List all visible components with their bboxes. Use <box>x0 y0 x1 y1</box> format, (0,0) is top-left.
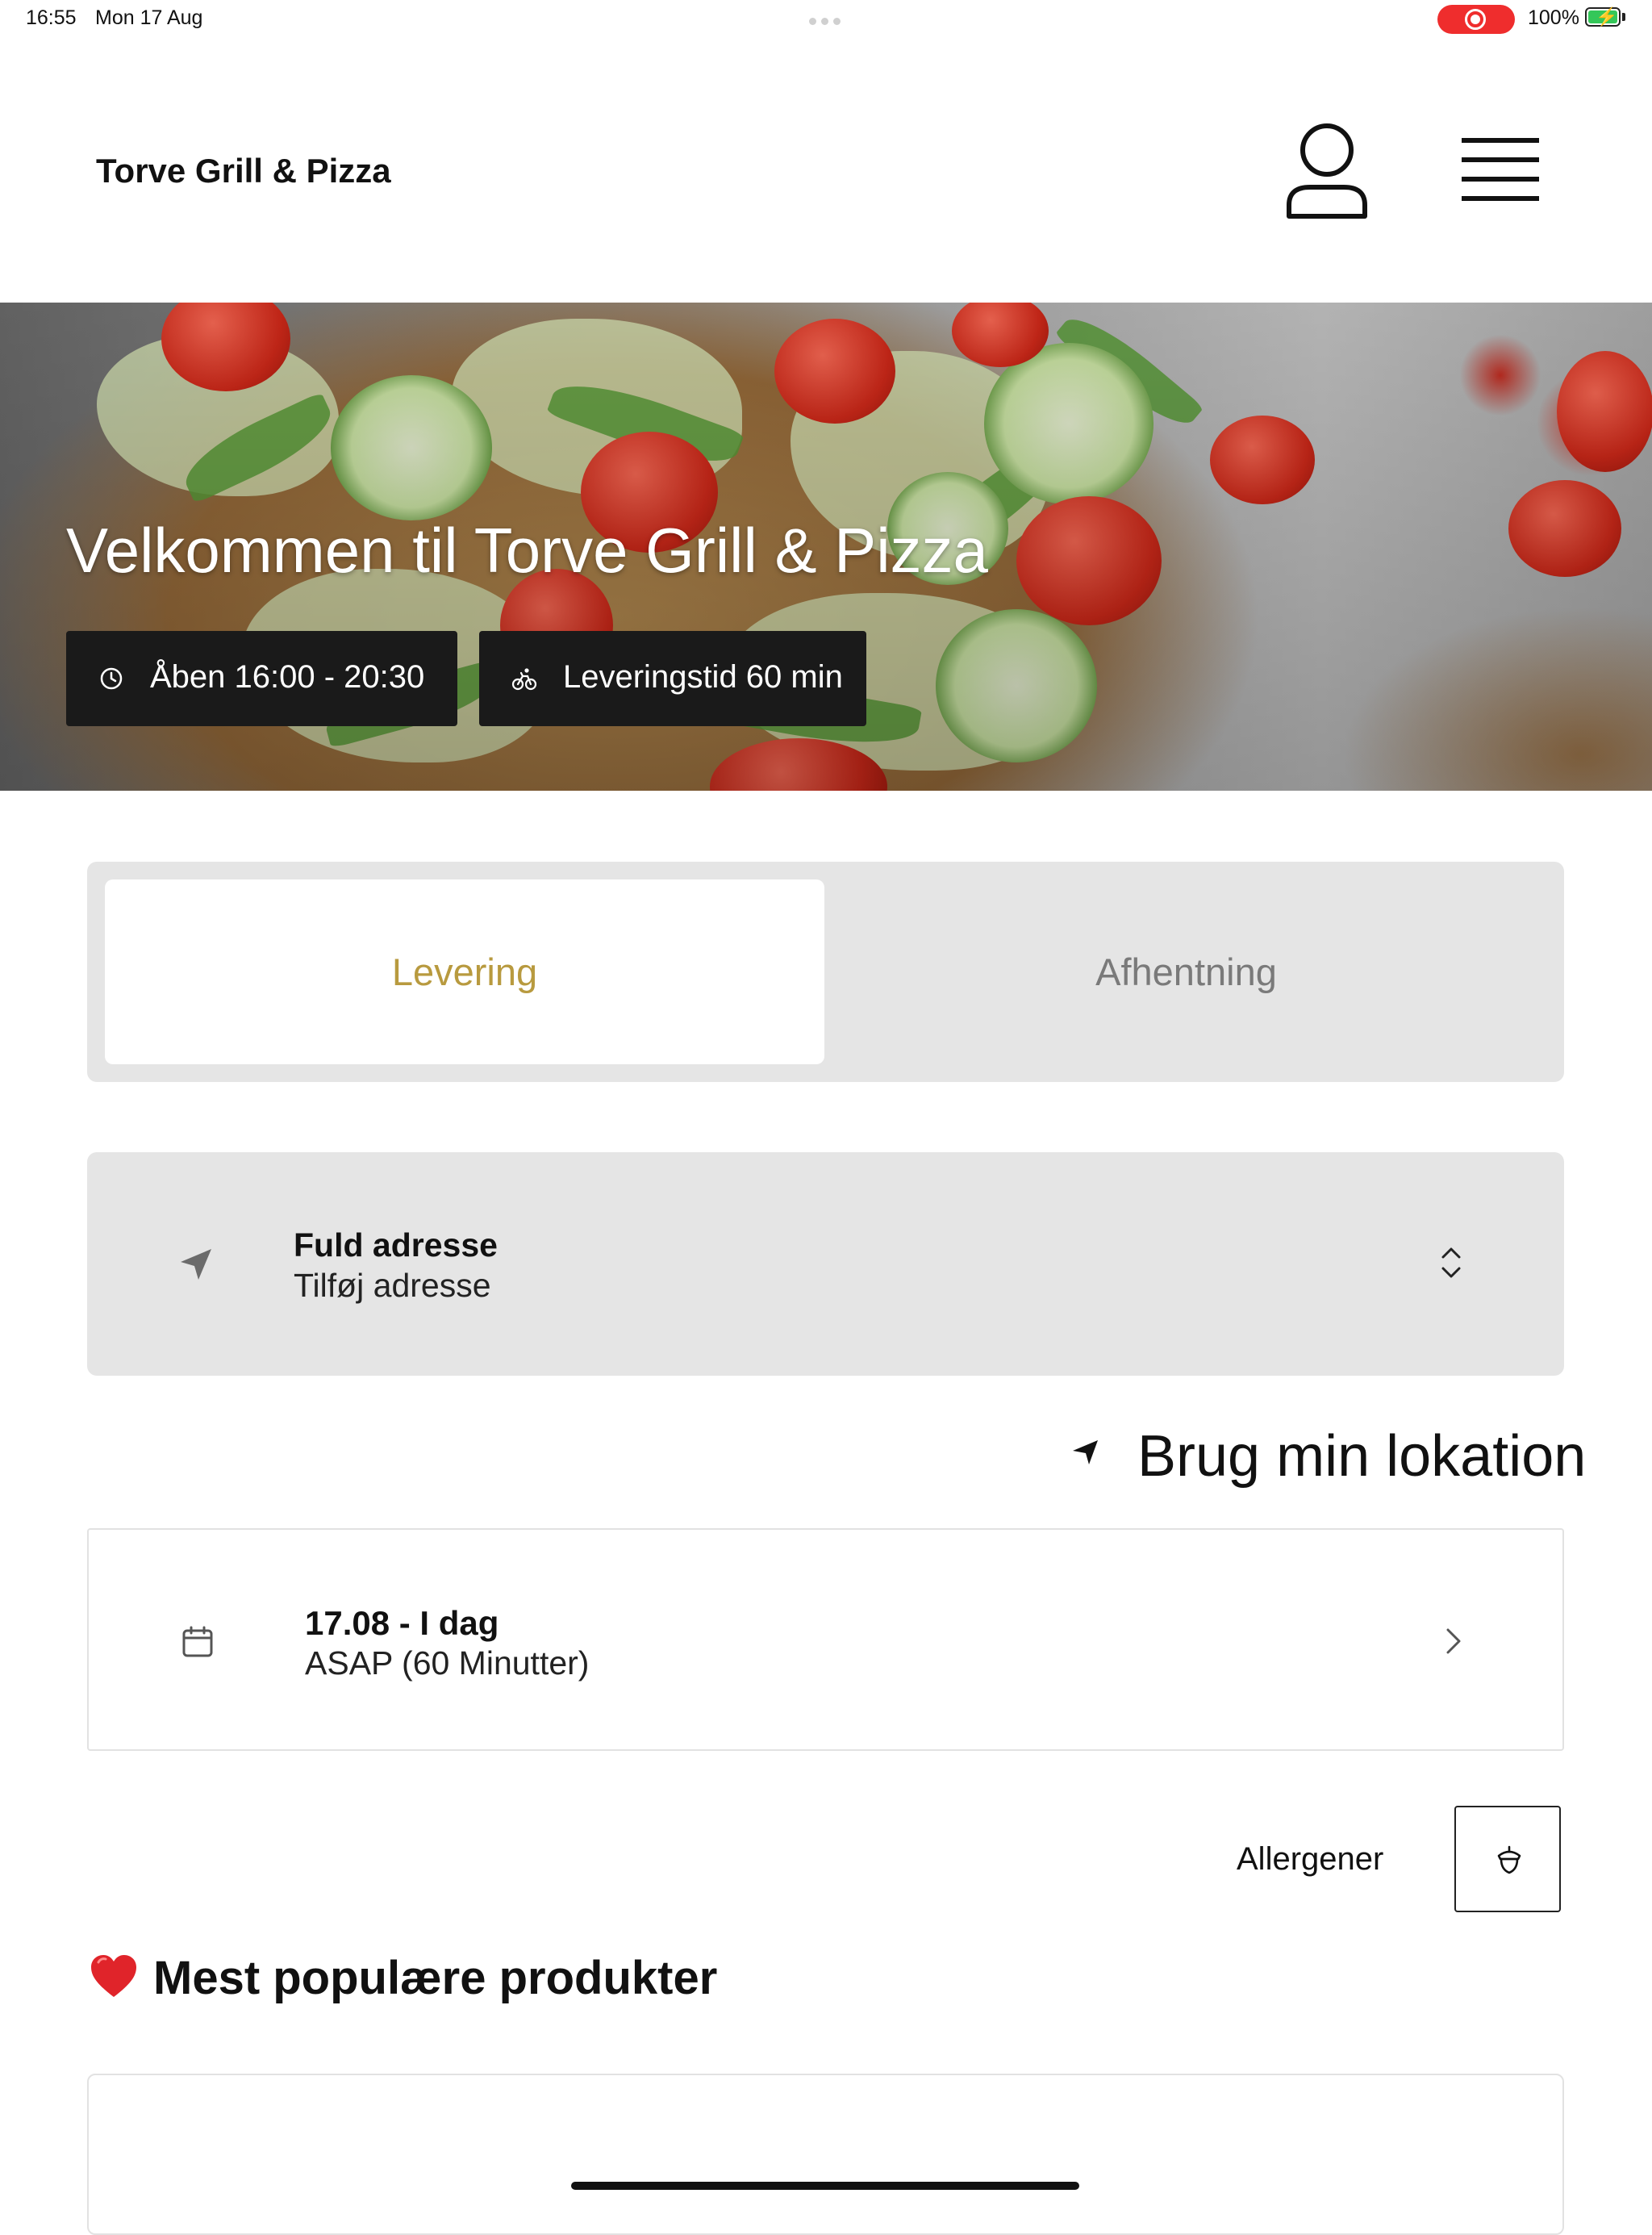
battery-nub <box>1622 13 1625 21</box>
delivery-date: 17.08 - I dag <box>305 1604 499 1642</box>
chevron-right-icon <box>1446 1628 1461 1654</box>
navigation-arrow-icon <box>1073 1440 1098 1464</box>
user-account-button[interactable] <box>1283 121 1371 221</box>
order-mode-toggle: Levering Afhentning <box>87 862 1564 1082</box>
opening-hours-text: Åben 16:00 - 20:30 <box>150 659 425 695</box>
delivery-time-badge: Leveringstid 60 min <box>479 631 866 726</box>
tab-afhentning[interactable]: Afhentning <box>826 862 1546 1082</box>
use-my-location-label: Brug min lokation <box>1137 1424 1587 1489</box>
brand-name[interactable]: Torve Grill & Pizza <box>96 152 391 190</box>
allergens-button[interactable] <box>1454 1806 1561 1912</box>
product-card[interactable] <box>87 2074 1564 2235</box>
menu-line-icon <box>1462 138 1539 143</box>
menu-line-icon <box>1462 196 1539 201</box>
menu-line-icon <box>1462 157 1539 162</box>
acorn-icon <box>1497 1845 1521 1874</box>
screen-recording-icon[interactable] <box>1437 5 1515 34</box>
home-indicator[interactable] <box>571 2182 1079 2190</box>
tab-levering[interactable]: Levering <box>105 862 824 1082</box>
menu-line-icon <box>1462 177 1539 182</box>
chevron-up-down-icon <box>1441 1247 1461 1278</box>
allergens-label: Allergener <box>1237 1841 1384 1877</box>
popular-products-title: Mest populære produkter <box>153 1952 718 2004</box>
opening-hours-badge: Åben 16:00 - 20:30 <box>66 631 457 726</box>
bicycle-icon <box>511 668 537 691</box>
clock-icon <box>100 667 123 690</box>
user-icon <box>1287 123 1367 219</box>
status-time: 16:55 <box>26 6 77 29</box>
hamburger-menu-button[interactable] <box>1460 133 1541 206</box>
delivery-time-text: Leveringstid 60 min <box>563 659 843 695</box>
hero-banner: Velkommen til Torve Grill & Pizza Åben 1… <box>0 303 1652 791</box>
status-bar: 16:55 Mon 17 Aug 100% ⚡ <box>0 0 1652 39</box>
status-date: Mon 17 Aug <box>95 6 203 29</box>
battery-percent: 100% <box>1528 6 1579 29</box>
popular-products-heading: Mest populære produkter <box>89 1951 717 2005</box>
multitasking-dots-icon[interactable] <box>809 15 845 29</box>
battery-charging-icon: ⚡ <box>1585 7 1621 27</box>
delivery-time-value: ASAP (60 Minutter) <box>305 1644 590 1681</box>
address-placeholder: Tilføj adresse <box>294 1267 491 1304</box>
heart-icon <box>91 1955 136 1997</box>
delivery-time-selector[interactable]: 17.08 - I dag ASAP (60 Minutter) <box>87 1528 1564 1751</box>
address-title: Fuld adresse <box>294 1226 498 1264</box>
address-selector[interactable]: Fuld adresse Tilføj adresse <box>87 1152 1564 1376</box>
calendar-icon <box>182 1626 213 1657</box>
hero-title: Velkommen til Torve Grill & Pizza <box>66 515 988 586</box>
location-arrow-icon <box>181 1249 211 1280</box>
